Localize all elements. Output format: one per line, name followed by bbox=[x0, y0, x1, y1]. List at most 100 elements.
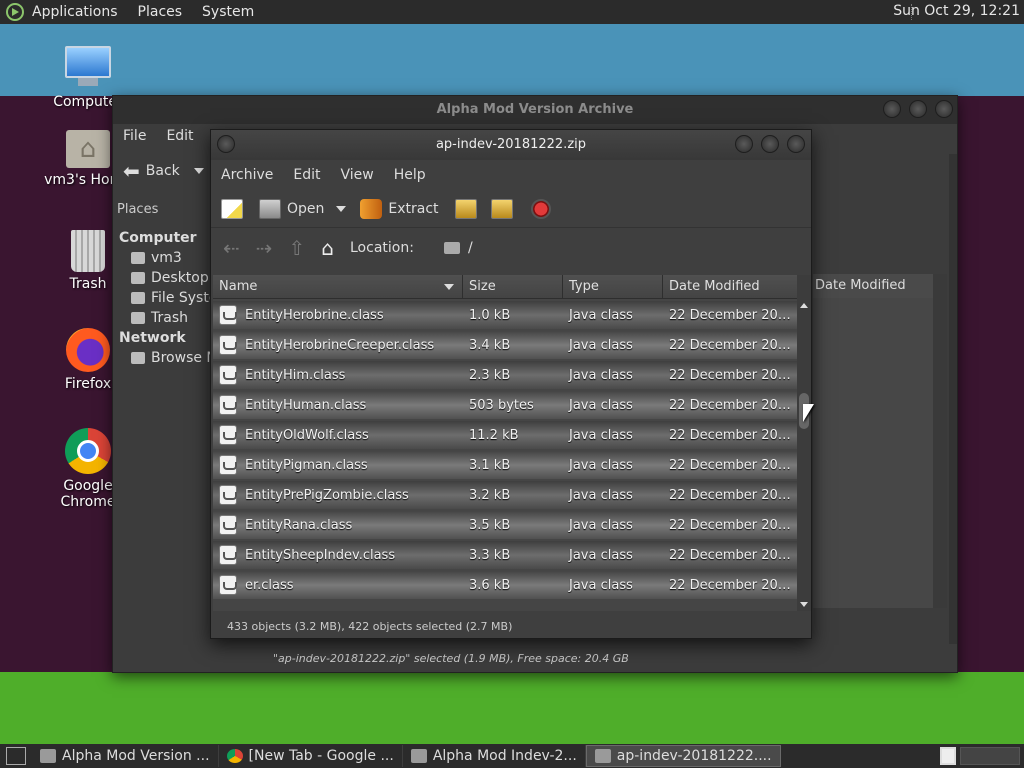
archive-title[interactable]: ap-indev-20181222.zip bbox=[211, 130, 811, 160]
extract-button[interactable]: Extract bbox=[388, 201, 438, 217]
sidebar-item-browse-network[interactable]: Browse Network bbox=[119, 350, 215, 366]
cell-size: 1.0 kB bbox=[469, 307, 511, 323]
file-list-area[interactable] bbox=[813, 274, 947, 608]
cell-type: Java class bbox=[569, 577, 633, 593]
open-dropdown[interactable] bbox=[336, 205, 347, 212]
folder-icon bbox=[40, 749, 56, 763]
add-folder-icon[interactable] bbox=[490, 198, 513, 219]
cell-size: 3.3 kB bbox=[469, 547, 511, 563]
file-list-scrollbar[interactable] bbox=[797, 275, 811, 611]
taskbar-item[interactable]: Alpha Mod Version ... bbox=[32, 745, 219, 767]
forward-arrow-icon[interactable]: ⇢ bbox=[256, 236, 273, 260]
up-arrow-icon[interactable]: ⇧ bbox=[289, 236, 306, 260]
column-header-date-modified[interactable]: Date Modified bbox=[813, 274, 947, 298]
column-header-date[interactable]: Date Modified bbox=[663, 275, 797, 298]
home-icon[interactable]: ⌂ bbox=[321, 236, 334, 260]
maximize-button[interactable] bbox=[761, 135, 779, 153]
cell-type: Java class bbox=[569, 427, 633, 443]
applications-menu[interactable]: Applications bbox=[32, 4, 118, 20]
network-icon bbox=[131, 352, 145, 364]
top-panel: Applications Places System Sun Oct 29, 1… bbox=[0, 0, 1024, 24]
cell-date: 22 December 2018... bbox=[669, 547, 797, 563]
table-row[interactable]: EntityHim.class 2.3 kB Java class 22 Decemb… bbox=[213, 361, 797, 389]
wallpaper-grass bbox=[0, 672, 1024, 744]
file-list[interactable]: Name Size Type Date Modified EntityHerob… bbox=[213, 275, 797, 611]
column-header-name[interactable]: Name bbox=[213, 275, 463, 298]
java-class-file-icon bbox=[219, 335, 237, 355]
places-menu[interactable]: Places bbox=[138, 4, 183, 20]
minimize-button[interactable] bbox=[735, 135, 753, 153]
close-button[interactable] bbox=[787, 135, 805, 153]
menu-edit[interactable]: Edit bbox=[156, 124, 203, 148]
add-files-icon[interactable] bbox=[454, 198, 477, 219]
cell-type: Java class bbox=[569, 337, 633, 353]
new-archive-icon[interactable] bbox=[221, 198, 243, 219]
cell-type: Java class bbox=[569, 487, 633, 503]
window-scrollbar[interactable] bbox=[949, 154, 957, 644]
column-header-size[interactable]: Size bbox=[463, 275, 563, 298]
table-row[interactable]: EntityPrePigZombie.class 3.2 kB Java class… bbox=[213, 481, 797, 509]
cell-type: Java class bbox=[569, 307, 633, 323]
minimize-button[interactable] bbox=[883, 100, 901, 118]
sidebar-item-desktop[interactable]: Desktop bbox=[119, 270, 215, 286]
taskbar-item[interactable]: [New Tab - Google ... bbox=[219, 745, 403, 767]
table-row[interactable]: EntityOldWolf.class 11.2 kB Java class 22 D… bbox=[213, 421, 797, 449]
close-button[interactable] bbox=[935, 100, 953, 118]
menu-file[interactable]: File bbox=[113, 124, 156, 148]
cell-type: Java class bbox=[569, 457, 633, 473]
sidebar-item-trash[interactable]: Trash bbox=[119, 310, 215, 326]
open-icon[interactable] bbox=[259, 198, 281, 219]
notification-icon[interactable] bbox=[940, 747, 956, 765]
scroll-up-arrow[interactable] bbox=[800, 303, 808, 308]
location-path-button[interactable]: / bbox=[422, 240, 473, 256]
workspace-switcher[interactable] bbox=[960, 747, 1020, 765]
maximize-button[interactable] bbox=[909, 100, 927, 118]
menu-edit[interactable]: Edit bbox=[283, 167, 330, 183]
table-row[interactable]: EntityHuman.class 503 bytes Java class 22 D… bbox=[213, 391, 797, 419]
table-row[interactable]: EntityHerobrine.class 1.0 kB Java class 22 … bbox=[213, 301, 797, 329]
table-row[interactable]: EntityHerobrineCreeper.class 3.4 kB Java c… bbox=[213, 331, 797, 359]
taskbar-item[interactable]: ap-indev-20181222.... bbox=[585, 745, 781, 767]
trash-icon bbox=[131, 312, 145, 324]
cell-name: EntityHerobrineCreeper.class bbox=[213, 335, 463, 355]
taskbar-item[interactable]: Alpha Mod Indev-2... bbox=[403, 745, 586, 767]
column-header-type[interactable]: Type bbox=[563, 275, 663, 298]
file-manager-status: "ap-indev-20181222.zip" selected (1.9 MB… bbox=[273, 652, 629, 665]
window-menu-button[interactable] bbox=[217, 135, 235, 153]
file-list-scrollbar[interactable] bbox=[933, 274, 947, 608]
menu-view[interactable]: View bbox=[331, 167, 384, 183]
table-row[interactable]: er.class 3.6 kB Java class 22 December 2018… bbox=[213, 571, 797, 599]
system-menu[interactable]: System bbox=[202, 4, 254, 20]
sidebar-item-file-system[interactable]: File System bbox=[119, 290, 215, 306]
table-row[interactable]: EntitySheepIndev.class 3.3 kB Java class 22… bbox=[213, 541, 797, 569]
java-class-file-icon bbox=[219, 545, 237, 565]
cell-date: 22 December 2018... bbox=[669, 577, 797, 593]
folder-icon bbox=[443, 242, 460, 254]
distro-logo-icon[interactable] bbox=[6, 3, 24, 21]
archive-icon bbox=[410, 749, 427, 763]
table-row[interactable]: EntityPigman.class 3.1 kB Java class 22 Dec… bbox=[213, 451, 797, 479]
drive-icon bbox=[131, 292, 145, 304]
back-history-dropdown[interactable] bbox=[193, 168, 204, 174]
extract-icon[interactable] bbox=[360, 198, 383, 219]
window-controls bbox=[883, 100, 953, 118]
chrome-icon bbox=[65, 428, 111, 474]
show-desktop-button[interactable] bbox=[6, 747, 26, 765]
cell-name: EntityHerobrine.class bbox=[213, 305, 463, 325]
back-arrow-icon[interactable]: ⇠ bbox=[223, 236, 240, 260]
cell-type: Java class bbox=[569, 367, 633, 383]
window-controls bbox=[735, 135, 805, 153]
cell-size: 3.1 kB bbox=[469, 457, 511, 473]
stop-icon[interactable] bbox=[530, 198, 551, 219]
table-row[interactable]: EntityRana.class 3.5 kB Java class 22 Decem… bbox=[213, 511, 797, 539]
clock[interactable]: Sun Oct 29, 12:21 bbox=[893, 3, 1020, 19]
scroll-down-arrow[interactable] bbox=[800, 602, 808, 607]
menu-archive[interactable]: Archive bbox=[211, 167, 283, 183]
archive-menubar: Archive Edit View Help bbox=[211, 160, 811, 190]
menu-help[interactable]: Help bbox=[384, 167, 436, 183]
back-button[interactable]: Back bbox=[146, 163, 180, 179]
open-button[interactable]: Open bbox=[287, 201, 324, 217]
file-manager-title[interactable]: Alpha Mod Version Archive bbox=[113, 96, 957, 124]
sidebar-item-vm3[interactable]: vm3 bbox=[119, 250, 215, 266]
sidebar-places-selector[interactable]: Places bbox=[117, 202, 158, 217]
